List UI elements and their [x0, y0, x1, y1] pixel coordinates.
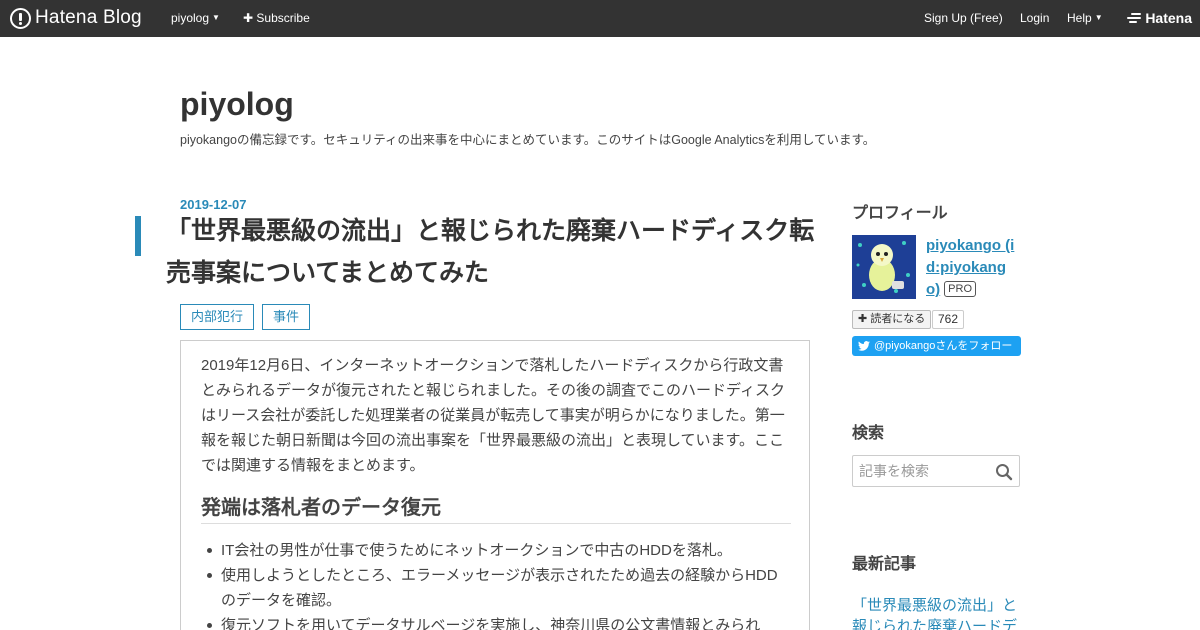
twitter-follow-label: @piyokangoさんをフォロー [874, 340, 1013, 352]
subscribe-reader-button[interactable]: ✚ 読者になる [852, 310, 932, 329]
list-item: 使用しようとしたところ、エラーメッセージが表示されたため過去の経験からHDDのデ… [207, 563, 781, 613]
search-icon[interactable] [995, 463, 1013, 481]
search-input[interactable] [853, 456, 983, 486]
reader-count: 762 [932, 310, 965, 329]
recent-heading: 最新記事 [852, 556, 917, 573]
hatena-brand-label: Hatena [1145, 10, 1192, 26]
hatena-brand-link[interactable]: Hatena [1127, 10, 1192, 26]
logo-text: Hatena Blog [35, 7, 142, 28]
subscribe-label: Subscribe [256, 11, 310, 25]
blog-menu-label: piyolog [171, 11, 210, 25]
blog-description: piyokangoの備忘録です。セキュリティの出来事を中心にまとめています。この… [180, 133, 876, 147]
plus-icon: ✚ [243, 11, 254, 25]
entry-content: 2019年12月6日、インターネットオークションで落札したハードディスクから行政… [180, 340, 810, 630]
list-item: 復元ソフトを用いてデータサルベージを実施し、神奈川県の公文書情報とみられ [207, 613, 781, 630]
title-accent-bar [135, 216, 141, 256]
avatar-parakeet-icon [852, 235, 916, 299]
search-box [852, 455, 1020, 487]
caret-down-icon: ▼ [1094, 13, 1103, 22]
plus-icon: ✚ [858, 313, 868, 325]
entry-title[interactable]: 「世界最悪級の流出」と報じられた廃棄ハードディスク転売事案についてまとめてみた [166, 210, 816, 294]
category-tag[interactable]: 内部犯行 [180, 304, 255, 330]
twitter-follow-button[interactable]: @piyokangoさんをフォロー [852, 336, 1021, 356]
category-list: 内部犯行 事件 [180, 304, 311, 330]
hatena-brand-icon [1127, 13, 1142, 23]
help-label: Help [1067, 11, 1092, 25]
hatena-blog-logo-icon [10, 7, 31, 29]
twitter-bird-icon [858, 341, 870, 351]
avatar[interactable] [852, 235, 916, 299]
pro-badge: PRO [944, 281, 977, 297]
reader-button-label: 読者になる [870, 313, 926, 325]
blog-title[interactable]: piyolog [180, 86, 294, 123]
category-tag[interactable]: 事件 [262, 304, 311, 330]
list-item: IT会社の男性が仕事で使うためにネットオークションで中古のHDDを落札。 [207, 538, 781, 563]
login-link[interactable]: Login [1020, 11, 1049, 25]
recent-article-link[interactable]: 「世界最悪級の流出」と報じられた廃棄ハードデ [852, 595, 1022, 630]
search-heading: 検索 [852, 425, 885, 442]
signup-link[interactable]: Sign Up (Free) [924, 11, 1003, 25]
section-heading: 発端は落札者のデータ復元 [201, 491, 791, 524]
subscribe-button[interactable]: ✚ Subscribe [243, 11, 310, 25]
blog-menu[interactable]: piyolog ▼ [171, 11, 220, 25]
caret-down-icon: ▼ [212, 13, 220, 22]
profile-heading: プロフィール [852, 205, 948, 222]
help-menu[interactable]: Help ▼ [1067, 11, 1103, 25]
global-header: Hatena Blog piyolog ▼ ✚ Subscribe Sign Up… [0, 0, 1200, 37]
bullet-list: IT会社の男性が仕事で使うためにネットオークションで中古のHDDを落札。 使用し… [207, 538, 781, 630]
hatena-blog-logo[interactable]: Hatena Blog [10, 7, 142, 29]
intro-paragraph: 2019年12月6日、インターネットオークションで落札したハードディスクから行政… [201, 357, 785, 474]
profile-name-link[interactable]: piyokango (id:piyokango) PRO [926, 235, 1018, 301]
